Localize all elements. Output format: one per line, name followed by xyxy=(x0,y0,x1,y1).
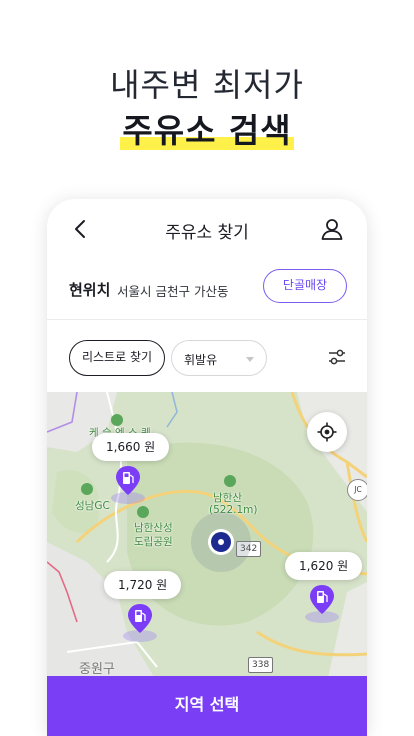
road-badge-338: 338 xyxy=(248,657,274,673)
sliders-icon xyxy=(329,349,345,365)
fuel-type-select[interactable]: 휘발유 xyxy=(171,340,267,376)
junction-badge: JC xyxy=(347,479,367,501)
price-bubble[interactable]: 1,620 원 xyxy=(285,552,363,580)
map-label-golf: 성남GC xyxy=(75,500,110,512)
gas-station-pin[interactable] xyxy=(120,602,160,644)
location-label: 현위치 xyxy=(69,281,111,299)
list-search-button[interactable]: 리스트로 찾기 xyxy=(69,340,165,376)
gas-station-icon xyxy=(305,585,339,623)
caret-down-icon xyxy=(246,357,254,362)
gas-station-pin[interactable] xyxy=(302,583,342,625)
filter-button[interactable] xyxy=(327,347,347,367)
promo-line2: 주유소 검색 xyxy=(120,104,294,152)
phone-frame: 주유소 찾기 현위치 서울시 금천구 가산동 단골매장 리스트로 찾기 휘발유 xyxy=(47,199,367,736)
filter-row: 리스트로 찾기 휘발유 xyxy=(47,320,367,392)
promo-line2-text: 주유소 검색 xyxy=(122,111,292,150)
fuel-type-value: 휘발유 xyxy=(184,353,218,367)
regular-stores-button[interactable]: 단골매장 xyxy=(263,269,347,303)
map-label-park-line2: 도립공원 xyxy=(134,536,173,548)
map-label-mountain: 남한산 xyxy=(213,492,242,504)
select-region-button[interactable]: 지역 선택 xyxy=(47,676,367,736)
map-view[interactable]: 케 슬 엔 스 퀘 성남GC 남한산 (522.1m) 남한산성 도립공원 중원… xyxy=(47,392,367,682)
profile-button[interactable] xyxy=(319,216,345,242)
crosshair-icon xyxy=(317,422,337,442)
map-label-park-line1: 남한산성 xyxy=(134,522,173,534)
map-label-district: 중원구 xyxy=(79,662,115,677)
gas-station-icon xyxy=(111,466,145,504)
app-header: 주유소 찾기 xyxy=(47,199,367,261)
price-bubble[interactable]: 1,660 원 xyxy=(92,433,170,461)
location-address: 서울시 금천구 가산동 xyxy=(117,284,229,299)
gas-station-icon xyxy=(123,604,157,642)
price-bubble[interactable]: 1,720 원 xyxy=(104,571,182,599)
promo-line1: 내주변 최저가 xyxy=(110,66,304,104)
current-location-row: 현위치 서울시 금천구 가산동 단골매장 xyxy=(47,261,367,320)
locate-me-button[interactable] xyxy=(307,412,347,452)
promo-headline: 주유소 검색 xyxy=(0,104,414,152)
current-location-marker xyxy=(190,511,252,573)
person-icon xyxy=(321,219,343,240)
gas-station-pin[interactable] xyxy=(108,464,148,506)
